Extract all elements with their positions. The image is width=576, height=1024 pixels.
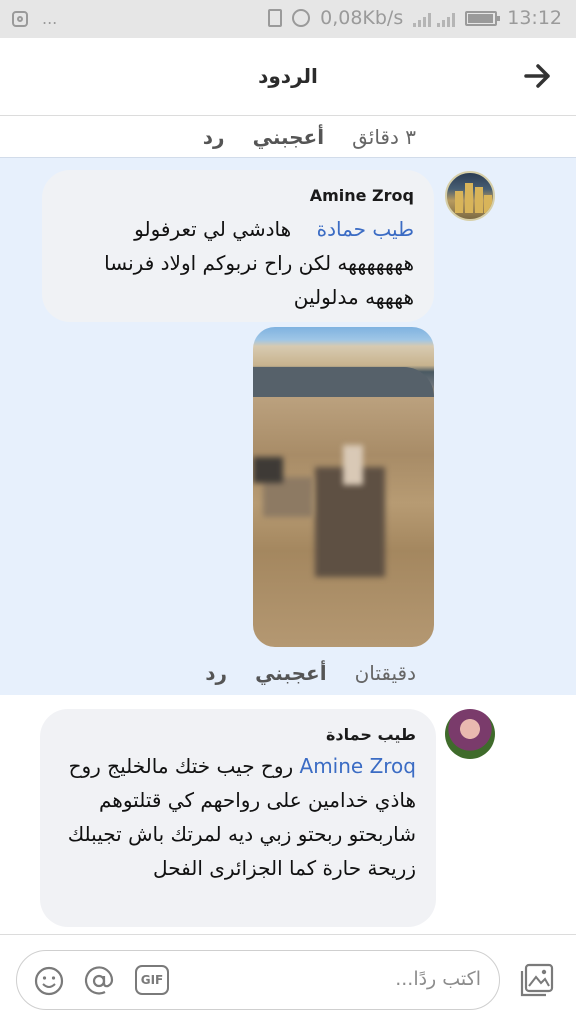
gif-label: GIF xyxy=(140,973,164,987)
gif-icon[interactable]: GIF xyxy=(135,965,169,995)
water-area xyxy=(253,367,434,397)
photo-icon[interactable] xyxy=(518,962,556,1000)
vibrate-icon xyxy=(268,9,283,27)
blurred-region xyxy=(253,457,283,483)
comment-bubble[interactable]: طيب حمادة Amine Zroq روح جيب ختك مالخليج… xyxy=(40,709,436,927)
status-right: 0,08Kb/s 13:12 xyxy=(268,7,562,29)
like-button[interactable]: أعجبني xyxy=(253,125,325,149)
page-title: الردود xyxy=(258,64,318,88)
comment-author[interactable]: طيب حمادة xyxy=(326,725,416,744)
blurred-region xyxy=(343,445,363,485)
alarm-icon xyxy=(292,9,311,27)
comment-time: ٣ دقائق xyxy=(352,125,416,149)
battery-icon xyxy=(465,10,501,26)
avatar[interactable] xyxy=(445,709,495,759)
like-button[interactable]: أعجبني xyxy=(255,661,327,685)
mention-link[interactable]: طيب حمادة xyxy=(317,217,414,241)
prev-comment-actions: ٣ دقائق أعجبني رد xyxy=(203,117,416,157)
comment-text: Amine Zroq روح جيب ختك مالخليج روح هاذي … xyxy=(54,749,416,885)
status-dots: ... xyxy=(42,9,58,28)
at-icon[interactable] xyxy=(83,965,115,997)
mention-link[interactable]: Amine Zroq xyxy=(300,754,416,778)
comment-author[interactable]: Amine Zroq xyxy=(310,186,414,205)
comment-actions: دقيقتان أعجبني رد xyxy=(205,653,416,693)
emoji-icon[interactable] xyxy=(33,965,65,997)
reply-placeholder: اكتب ردًا... xyxy=(395,968,481,990)
arrow-right-icon[interactable] xyxy=(522,60,554,92)
reply-button[interactable]: رد xyxy=(205,661,227,685)
avatar[interactable] xyxy=(445,171,495,221)
comment-bubble[interactable]: Amine Zroq طيب حمادة هادشي لي تعرفولو هه… xyxy=(42,170,434,322)
comment-time: دقيقتان xyxy=(354,661,416,685)
network-speed: 0,08Kb/s xyxy=(320,7,404,29)
comment-image[interactable] xyxy=(253,327,434,647)
reply-button[interactable]: رد xyxy=(203,125,225,149)
signal-icon xyxy=(413,9,456,27)
reply-composer: اكتب ردًا... GIF xyxy=(0,934,576,1024)
blurred-region xyxy=(263,477,313,517)
reply-input[interactable]: اكتب ردًا... GIF xyxy=(16,950,500,1010)
header: الردود xyxy=(0,38,576,116)
status-time: 13:12 xyxy=(507,7,562,29)
comment-text: طيب حمادة هادشي لي تعرفولو هههههههه لكن … xyxy=(56,212,414,314)
status-bar: ... 0,08Kb/s 13:12 xyxy=(0,0,576,38)
status-left: ... xyxy=(12,9,57,28)
instagram-icon xyxy=(12,10,28,27)
